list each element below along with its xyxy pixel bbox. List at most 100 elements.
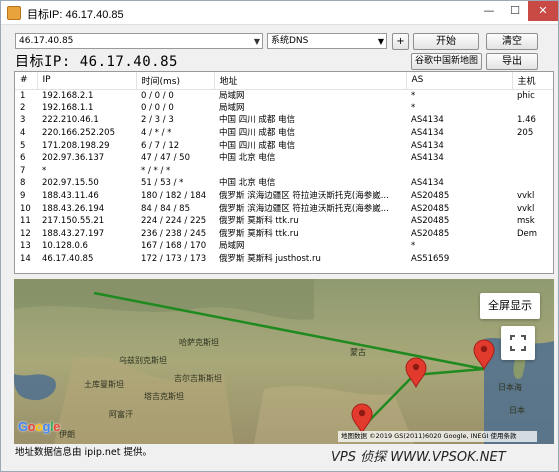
- hop-cell: 1: [20, 90, 26, 101]
- target-ip-input[interactable]: 46.17.40.85 ▼: [15, 33, 263, 49]
- hop-cell: 6: [20, 153, 26, 164]
- time-cell: 84 / 84 / 85: [141, 203, 190, 214]
- as-cell: *: [411, 90, 416, 101]
- ip-cell: 171.208.198.29: [42, 140, 110, 151]
- ip-cell: *: [42, 165, 47, 176]
- time-cell: 4 / * / *: [141, 128, 172, 139]
- chevron-down-icon[interactable]: ▼: [254, 35, 260, 49]
- table-row[interactable]: 6 202.97.36.137 47 / 47 / 50 中国 北京 电信 AS4134: [15, 152, 553, 165]
- time-cell: 0 / 0 / 0: [141, 90, 174, 101]
- time-cell: 236 / 238 / 245: [141, 228, 207, 239]
- map-label-uzbekistan: 乌兹别克斯坦: [119, 356, 167, 365]
- table-row[interactable]: 7 * * / * / *: [15, 165, 553, 178]
- column-header-address[interactable]: 地址: [214, 72, 407, 90]
- footer-note: 地址数据信息由 ipip.net 提供。: [15, 447, 152, 458]
- clear-button[interactable]: 清空: [486, 33, 538, 50]
- table-row[interactable]: 12 188.43.27.197 236 / 238 / 245 俄罗斯 莫斯科 tt…: [15, 228, 553, 241]
- time-cell: 0 / 0 / 0: [141, 102, 174, 113]
- hop-cell: 2: [20, 102, 26, 113]
- column-header-ip[interactable]: IP: [37, 72, 137, 90]
- as-cell: AS51659: [411, 254, 450, 265]
- host-cell: [512, 177, 553, 190]
- map-label-iran: 伊朗: [59, 430, 75, 439]
- google-logo: Google: [18, 419, 60, 434]
- address-cell: 中国 北京 电信: [219, 178, 276, 189]
- time-cell: 172 / 173 / 173: [141, 254, 207, 265]
- column-header-time[interactable]: 时间(ms): [136, 72, 215, 90]
- add-button[interactable]: +: [392, 33, 409, 50]
- table-row[interactable]: 8 202.97.15.50 51 / 53 / * 中国 北京 电信 AS4134: [15, 177, 553, 190]
- hop-cell: 11: [20, 216, 31, 227]
- fullscreen-button[interactable]: 全屏显示: [480, 293, 540, 319]
- export-button[interactable]: 导出: [486, 53, 538, 70]
- address-cell: [214, 165, 406, 178]
- fullscreen-toggle[interactable]: [501, 326, 535, 360]
- table-row[interactable]: 11 217.150.55.21 224 / 224 / 225 俄罗斯 莫斯科 tt…: [15, 215, 553, 228]
- map-label-tajikistan: 塔吉克斯坦: [144, 392, 184, 401]
- window-title: 目标IP: 46.17.40.85: [27, 9, 124, 21]
- google-china-map-button[interactable]: 谷歌中国新地图: [411, 53, 482, 70]
- column-header-host[interactable]: 主机: [512, 72, 553, 90]
- map-label-turkmenistan: 土库曼斯坦: [84, 380, 124, 389]
- address-cell: 俄罗斯 莫斯科 ttk.ru: [219, 228, 299, 239]
- table-row[interactable]: 14 46.17.40.85 172 / 173 / 173 俄罗斯 莫斯科 just…: [15, 253, 553, 266]
- table-row[interactable]: 9 188.43.11.46 180 / 182 / 184 俄罗斯 滨海边疆区 符拉…: [15, 190, 553, 203]
- table-row[interactable]: 1 192.168.2.1 0 / 0 / 0 局域网 * phic: [15, 89, 553, 102]
- map-label-kyrgyzstan: 吉尔吉斯斯坦: [174, 374, 222, 383]
- as-cell: AS20485: [411, 216, 450, 227]
- table-row[interactable]: 2 192.168.1.1 0 / 0 / 0 局域网 *: [15, 102, 553, 115]
- host-cell: Dem: [517, 228, 538, 239]
- time-cell: * / * / *: [141, 165, 171, 176]
- address-cell: 局域网: [219, 241, 245, 252]
- close-button[interactable]: ✕: [528, 1, 558, 21]
- address-cell: 俄罗斯 莫斯科 justhost.ru: [219, 254, 321, 265]
- time-cell: 167 / 168 / 170: [141, 241, 207, 252]
- address-cell: 中国 北京 电信: [219, 153, 276, 164]
- table-header-row: # IP 时间(ms) 地址 AS 主机: [15, 72, 553, 90]
- map-canvas: [14, 279, 554, 444]
- start-button[interactable]: 开始: [413, 33, 479, 50]
- time-cell: 6 / 7 / 12: [141, 140, 180, 151]
- table-row[interactable]: 4 220.166.252.205 4 / * / * 中国 四川 成都 电信 AS41…: [15, 127, 553, 140]
- target-ip-label: 目标IP: 46.17.40.85: [15, 54, 178, 70]
- address-cell: 局域网: [219, 90, 245, 101]
- hop-cell: 14: [20, 254, 31, 265]
- map-attribution[interactable]: 地图数据 ©2019 GS(2011)6020 Google, INEGI 使用…: [338, 431, 537, 442]
- host-cell: [512, 240, 553, 253]
- app-icon: [7, 6, 21, 20]
- map-label-japan: 日本: [509, 406, 525, 415]
- target-ip-value: 46.17.40.85: [19, 36, 74, 46]
- as-cell: AS4134: [411, 128, 444, 139]
- host-cell: [512, 165, 553, 178]
- traceroute-table[interactable]: # IP 时间(ms) 地址 AS 主机 1 192.168.2.1 0 / 0 /…: [14, 71, 554, 274]
- table-row[interactable]: 5 171.208.198.29 6 / 7 / 12 中国 四川 成都 电信 AS41…: [15, 139, 553, 152]
- chevron-down-icon[interactable]: ▼: [378, 35, 384, 49]
- table-row[interactable]: 13 10.128.0.6 167 / 168 / 170 局域网 *: [15, 240, 553, 253]
- host-cell: [512, 152, 553, 165]
- ip-cell: 222.210.46.1: [42, 115, 99, 126]
- route-map[interactable]: 哈萨克斯坦 蒙古 乌兹别克斯坦 吉尔吉斯斯坦 土库曼斯坦 塔吉克斯坦 阿富汗 伊…: [14, 279, 554, 444]
- hop-cell: 4: [20, 128, 26, 139]
- column-header-hop[interactable]: #: [15, 72, 38, 90]
- column-header-as[interactable]: AS: [406, 72, 513, 90]
- address-cell: 俄罗斯 莫斯科 ttk.ru: [219, 216, 299, 227]
- host-cell: [512, 139, 553, 152]
- hop-cell: 10: [20, 203, 31, 214]
- map-label-mongolia: 蒙古: [350, 348, 366, 357]
- table-row[interactable]: 3 222.210.46.1 2 / 3 / 3 中国 四川 成都 电信 AS4134 1…: [15, 114, 553, 127]
- address-cell: 中国 四川 成都 电信: [219, 128, 296, 139]
- as-cell: AS20485: [411, 203, 450, 214]
- hop-cell: 8: [20, 178, 26, 189]
- as-cell: AS20485: [411, 228, 450, 239]
- hop-cell: 9: [20, 191, 26, 202]
- time-cell: 51 / 53 / *: [141, 178, 184, 189]
- maximize-button[interactable]: ☐: [502, 1, 528, 21]
- as-cell: AS4134: [411, 153, 444, 164]
- ip-cell: 10.128.0.6: [42, 241, 88, 252]
- title-bar: 目标IP: 46.17.40.85 — ☐ ✕: [1, 1, 558, 25]
- table-row[interactable]: 10 188.43.26.194 84 / 84 / 85 俄罗斯 滨海边疆区 符拉迪…: [15, 202, 553, 215]
- ip-cell: 46.17.40.85: [42, 254, 94, 265]
- dns-select[interactable]: 系统DNS ▼: [267, 33, 387, 49]
- minimize-button[interactable]: —: [476, 1, 502, 21]
- time-cell: 47 / 47 / 50: [141, 153, 190, 164]
